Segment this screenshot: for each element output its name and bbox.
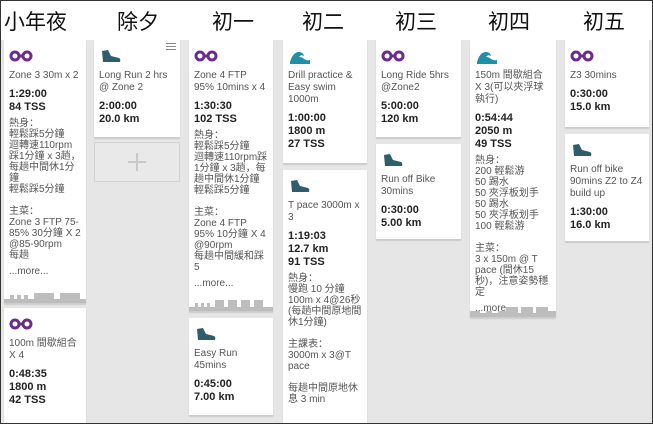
workout-card[interactable]: Long Run 2 hrs @ Zone 2 2:00:00 20.0 km [94,40,180,138]
workout-title: Z3 30mins [570,70,617,81]
workout-card[interactable]: Run off Bike 30mins 0:30:00 5.00 km [376,144,461,240]
running-shoe-icon [197,328,216,340]
bike-chain-icon [194,50,218,62]
workout-duration: 1:29:00 [9,88,47,100]
workout-duration: 0:30:00 [381,204,419,216]
workout-description: 熱身： 輕鬆踩5分鐘 迴轉速110rpm踩1分鐘 x 3趟，每趟中間休1分鐘 輕… [194,130,268,273]
workout-title: Run off bike 90mins Z2 to Z4 build up [570,164,643,199]
workout-card[interactable]: Run off bike 90mins Z2 to Z4 build up 1:… [565,134,649,242]
menu-icon[interactable] [166,43,176,51]
workout-distance: 12.7 km [288,243,329,255]
workout-duration: 0:48:35 [9,368,47,380]
bike-chain-icon [9,50,33,62]
workout-distance: 1800 m [9,381,47,393]
workout-tss: 27 TSS [288,138,325,150]
day-label-5: 初四 [488,10,530,34]
workout-card[interactable]: 150m 間歇組合 X 3(可以夾浮球執行) 0:54:44 2050 m 49… [470,40,556,318]
workout-duration: 0:54:44 [475,112,513,124]
workout-description: 熱身： 200 輕鬆游 50 踢水 50 夾浮板划手 50 踢水 50 夾浮板划… [475,155,549,298]
workout-duration: 1:30:00 [570,206,608,218]
running-shoe-icon [384,154,403,166]
running-shoe-icon [291,180,310,192]
more-link[interactable]: ...more... [194,278,233,289]
day-label-2: 初一 [212,10,254,34]
workout-description: 熱身： 輕鬆踩5分鐘 迴轉速110rpm踩1分鐘 x 3趟，每趟中間休1分鐘 輕… [9,118,81,261]
workout-title: Easy Run 45mins [194,348,238,371]
workout-title: Zone 3 30m x 2 [9,70,79,81]
workout-duration: 0:30:00 [570,88,608,100]
more-link[interactable]: ...more... [9,266,48,277]
workout-duration: 1:30:30 [194,100,232,112]
workout-tss: 102 TSS [194,113,237,125]
workout-duration: 1:00:00 [288,112,326,124]
bike-chain-icon [9,318,33,330]
workout-title: 100m 間歇組合 X 4 [9,338,77,361]
workout-tss: 42 TSS [9,394,46,406]
workout-card[interactable]: T pace 3000m x 3 1:19:03 12.7 km 91 TSS … [283,170,367,424]
plus-icon [128,153,146,171]
workout-distance: 16.0 km [570,219,611,231]
day-label-3: 初二 [302,10,344,34]
day-label-6: 初五 [583,10,625,34]
workout-card[interactable]: 100m 間歇組合 X 4 0:48:35 1800 m 42 TSS [4,308,86,424]
workout-title: Long Run 2 hrs @ Zone 2 [99,70,168,93]
workout-card[interactable]: Easy Run 45mins 0:45:00 7.00 km [189,318,273,416]
intensity-chart [470,307,556,317]
workout-duration: 5:00:00 [381,100,419,112]
bike-chain-icon [570,50,594,62]
workout-distance: 20.0 km [99,113,140,125]
bike-chain-icon [381,50,405,62]
intensity-chart [4,293,86,303]
calendar-header: 小年夜 除夕 初一 初二 初三 初四 初五 [0,0,653,40]
workout-distance: 1800 m [288,125,326,137]
workout-title: 150m 間歇組合 X 3(可以夾浮球執行) [475,70,544,105]
running-shoe-icon [102,50,121,62]
workout-title: Drill practice & Easy swim 1000m [288,70,353,105]
workout-tss: 49 TSS [475,138,512,150]
workout-card[interactable]: Zone 3 30m x 2 1:29:00 84 TSS 熱身： 輕鬆踩5分鐘… [4,40,86,304]
workout-distance: 15.0 km [570,101,611,113]
workout-card[interactable]: Zone 4 FTP 95% 10mins x 4 1:30:30 102 TS… [189,40,273,312]
running-shoe-icon [573,144,592,156]
workout-title: Run off Bike 30mins [381,174,436,197]
workout-card[interactable]: Drill practice & Easy swim 1000m 1:00:00… [283,40,367,164]
workout-distance: 120 km [381,113,419,125]
day-label-0: 小年夜 [4,10,67,34]
workout-card[interactable]: Long Ride 5hrs @Zone2 5:00:00 120 km [376,40,461,138]
day-label-1: 除夕 [117,10,159,34]
workout-tss: 91 TSS [288,256,325,268]
add-workout-slot[interactable] [94,142,180,182]
workout-distance: 7.00 km [194,391,235,403]
workout-distance: 2050 m [475,125,513,137]
workout-duration: 1:19:03 [288,230,326,242]
workout-title: T pace 3000m x 3 [288,200,360,223]
workout-title: Zone 4 FTP 95% 10mins x 4 [194,70,266,93]
workout-distance: 5.00 km [381,217,422,229]
day-label-4: 初三 [395,10,437,34]
workout-duration: 0:45:00 [194,378,232,390]
swim-wave-icon [290,52,310,64]
workout-card[interactable]: Z3 30mins 0:30:00 15.0 km [565,40,649,128]
workout-tss: 84 TSS [9,101,46,113]
workout-description: 熱身： 慢跑 10 分鐘 100m x 4@26秒 (每趟中間原地間休1分鐘) … [288,273,362,405]
workout-duration: 2:00:00 [99,100,137,112]
workout-title: Long Ride 5hrs @Zone2 [381,70,449,93]
intensity-chart [189,300,273,311]
swim-wave-icon [477,52,497,64]
